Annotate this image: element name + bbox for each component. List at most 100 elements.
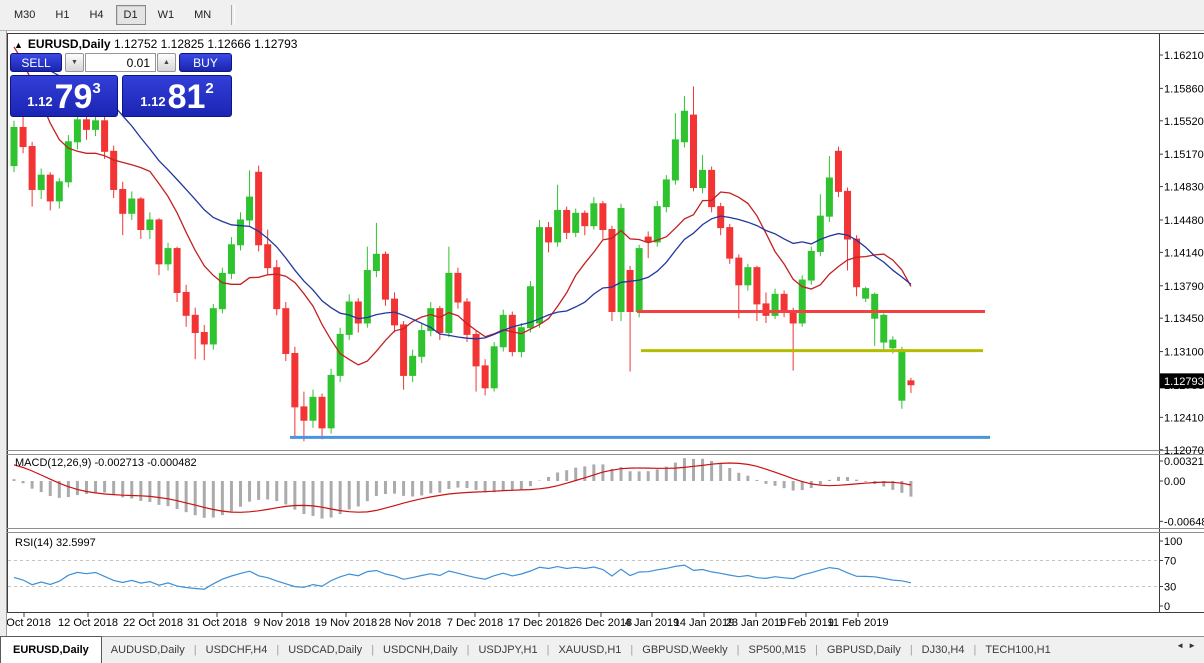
candle-body <box>327 374 335 429</box>
collapse-panel-icon[interactable]: ▲ <box>14 40 23 50</box>
candle-body <box>381 253 389 300</box>
price-axis-label: 1.14140 <box>1164 247 1204 259</box>
volume-decrease-button[interactable]: ▼ <box>65 53 84 72</box>
buy-price-point: 2 <box>205 80 214 97</box>
candles-group[interactable] <box>10 86 915 442</box>
timeframe-button-mn[interactable]: MN <box>186 5 219 25</box>
candle-body <box>563 209 571 233</box>
buy-price-button[interactable]: 1.12 81 2 <box>122 75 232 117</box>
candle-body <box>282 308 290 354</box>
candle-body <box>590 203 598 227</box>
chart-tab-tech100-h1[interactable]: TECH100,H1 <box>976 637 1059 663</box>
candle-body <box>844 190 852 240</box>
candle-body <box>92 120 100 130</box>
candle-body <box>545 227 553 243</box>
timeframe-button-h1[interactable]: H1 <box>47 5 77 25</box>
candle-body <box>871 293 879 319</box>
candle-body <box>599 203 607 231</box>
chart-tab-usdcnh-daily[interactable]: USDCNH,Daily <box>374 637 467 663</box>
chart-tab-usdcad-daily[interactable]: USDCAD,Daily <box>279 637 371 663</box>
candle-body <box>581 212 589 227</box>
rsi-axis-label: 100 <box>1164 536 1182 548</box>
candle-body <box>454 272 462 303</box>
current-price-label: 1.12793 <box>1164 376 1204 388</box>
candle-body <box>617 208 625 313</box>
candle-body <box>73 119 81 143</box>
candle-body <box>291 352 299 408</box>
chart-tab-xauusd-h1[interactable]: XAUUSD,H1 <box>549 637 630 663</box>
candle-body <box>554 209 562 243</box>
candle-body <box>572 212 580 233</box>
chart-tab-dj30-h4[interactable]: DJ30,H4 <box>913 637 974 663</box>
candle-body <box>780 293 788 313</box>
tab-scroll-right-button[interactable]: ► <box>1188 641 1200 650</box>
candle-body <box>82 119 90 130</box>
date-axis-label: 4 Jan 2019 <box>625 617 679 629</box>
timeframe-button-w1[interactable]: W1 <box>150 5 183 25</box>
tab-scroll-left-button[interactable]: ◄ <box>1176 641 1188 650</box>
candle-body <box>237 219 244 246</box>
candle-body <box>436 308 444 333</box>
sell-price-point: 3 <box>92 80 101 97</box>
volume-increase-button[interactable]: ▲ <box>157 53 176 72</box>
macd-indicator-label: MACD(12,26,9) -0.002713 -0.000482 <box>15 457 197 469</box>
chart-tab-gbpusd-weekly[interactable]: GBPUSD,Weekly <box>633 637 736 663</box>
timeframe-button-d1[interactable]: D1 <box>115 5 146 25</box>
sell-button[interactable]: SELL <box>10 53 62 72</box>
candle-body <box>354 301 362 324</box>
rsi-axis-label: 0 <box>1164 601 1170 613</box>
candle-body <box>101 120 109 152</box>
candle-body <box>182 291 190 316</box>
price-axis-label: 1.14480 <box>1164 215 1204 227</box>
candle-body <box>463 301 471 335</box>
date-axis-label: 3 Oct 2018 <box>0 617 51 629</box>
candle-body <box>28 146 36 190</box>
triangle-up-icon: ▲ <box>163 59 170 66</box>
candle-body <box>409 355 417 376</box>
timeframe-button-m30[interactable]: M30 <box>6 5 43 25</box>
candle-body <box>255 171 263 246</box>
timeframe-button-h4[interactable]: H4 <box>81 5 111 25</box>
candle-body <box>907 380 915 386</box>
chart-tab-audusd-daily[interactable]: AUDUSD,Daily <box>102 637 194 663</box>
candle-body <box>816 215 824 252</box>
candle-body <box>173 248 181 293</box>
candle-body <box>508 314 516 353</box>
chart-title-symbol: EURUSD,Daily <box>27 37 111 51</box>
candle-body <box>146 219 154 231</box>
chart-tab-usdjpy-h1[interactable]: USDJPY,H1 <box>469 637 546 663</box>
candle-body <box>735 257 743 286</box>
sell-price-button[interactable]: 1.12 79 3 <box>10 75 118 117</box>
date-axis-label: 19 Nov 2018 <box>315 617 377 629</box>
date-axis-label: 22 Oct 2018 <box>123 617 183 629</box>
volume-input[interactable] <box>85 53 156 72</box>
chart-tab-usdchf-h4[interactable]: USDCHF,H4 <box>197 637 277 663</box>
date-axis-label: 11 Feb 2019 <box>828 617 889 629</box>
chart-tab-sp500-m15[interactable]: SP500,M15 <box>740 637 815 663</box>
chart-tab-gbpusd-daily[interactable]: GBPUSD,Daily <box>818 637 910 663</box>
candle-body <box>680 110 688 143</box>
candle-body <box>137 198 145 231</box>
date-axis-label: 1 Feb 2019 <box>778 617 834 629</box>
candle-body <box>889 339 897 349</box>
candle-body <box>653 206 661 243</box>
price-axis-label: 1.15170 <box>1164 149 1204 161</box>
chart-tab-eurusd-daily[interactable]: EURUSD,Daily <box>0 636 102 663</box>
macd-axis-label: -0.006485 <box>1164 516 1204 528</box>
buy-button[interactable]: BUY <box>179 53 232 72</box>
candle-body <box>227 244 235 274</box>
price-axis-label: 1.12410 <box>1164 412 1204 424</box>
candle-body <box>862 288 870 299</box>
candle-body <box>128 198 136 214</box>
candle-body <box>898 349 906 401</box>
buy-price-prefix: 1.12 <box>140 94 166 109</box>
candle-body <box>155 219 163 265</box>
date-axis-label: 26 Dec 2018 <box>570 617 632 629</box>
candle-body <box>853 238 861 288</box>
candle-body <box>753 267 761 305</box>
date-axis-label: 12 Oct 2018 <box>58 617 118 629</box>
candle-body <box>608 229 616 313</box>
left-panel-divider[interactable] <box>0 31 7 663</box>
date-axis-label: 7 Dec 2018 <box>447 617 503 629</box>
candle-body <box>744 267 752 286</box>
